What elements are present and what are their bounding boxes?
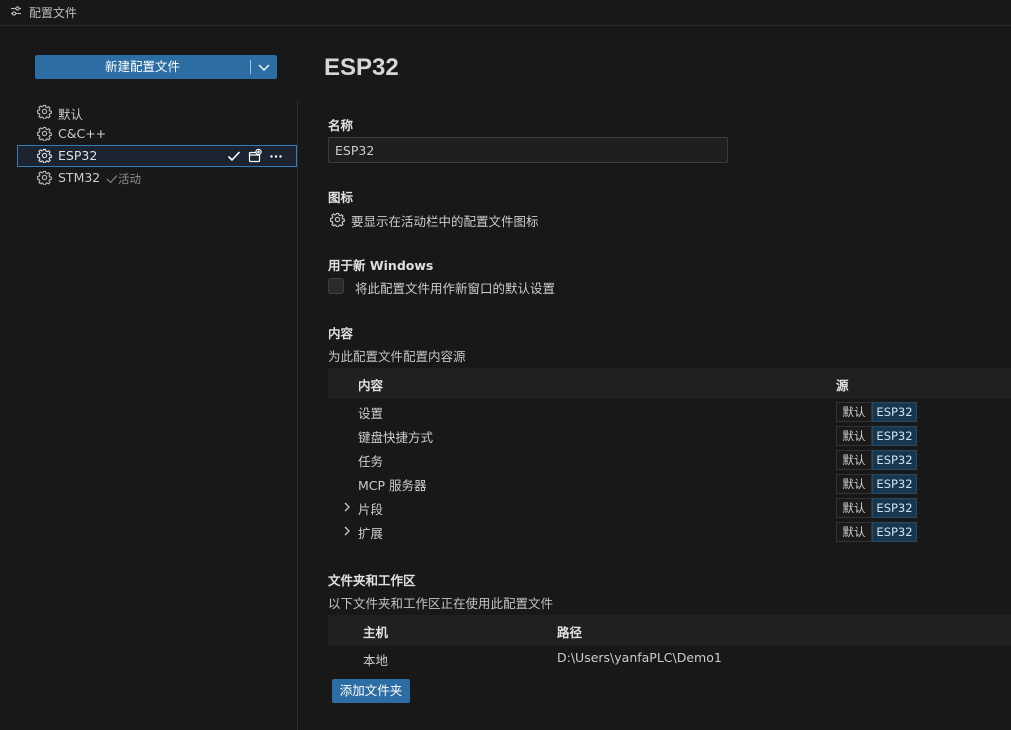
content-row-settings[interactable]: 设置 默认 ESP32	[328, 400, 1011, 424]
source-profile-option[interactable]: ESP32	[872, 426, 917, 446]
content-row-mcp-servers[interactable]: MCP 服务器 默认 ESP32	[328, 472, 1011, 496]
column-header-path: 路径	[557, 625, 583, 640]
icon-description: 要显示在活动栏中的配置文件图标	[351, 214, 539, 229]
source-default-option[interactable]: 默认	[836, 522, 872, 542]
profile-name: C&C++	[58, 126, 107, 141]
source-profile-option[interactable]: ESP32	[872, 522, 917, 542]
source-profile-option[interactable]: ESP32	[872, 498, 917, 518]
check-icon	[106, 175, 118, 184]
gear-icon	[37, 148, 52, 163]
name-section-title: 名称	[328, 118, 354, 133]
more-actions-icon[interactable]	[268, 148, 284, 164]
source-default-option[interactable]: 默认	[836, 426, 872, 446]
column-header-source: 源	[836, 378, 849, 393]
content-row-extensions[interactable]: 扩展 默认 ESP32	[328, 520, 1011, 544]
new-profile-button[interactable]: 新建配置文件	[35, 55, 277, 79]
profile-list: 默认 C&C++ ESP32 STM32 活动	[17, 101, 297, 189]
source-default-option[interactable]: 默认	[836, 498, 872, 518]
new-profile-dropdown-button[interactable]	[251, 55, 277, 79]
profile-name: ESP32	[58, 148, 98, 163]
chevron-right-icon[interactable]	[342, 525, 352, 537]
column-header-host: 主机	[363, 625, 389, 640]
active-badge: 活动	[106, 171, 141, 187]
content-row-tasks[interactable]: 任务 默认 ESP32	[328, 448, 1011, 472]
gear-icon[interactable]	[330, 212, 345, 227]
folders-description: 以下文件夹和工作区正在使用此配置文件	[328, 596, 554, 611]
source-profile-option[interactable]: ESP32	[872, 402, 917, 422]
add-folder-button[interactable]: 添加文件夹	[332, 679, 410, 703]
profile-name: STM32	[58, 170, 101, 185]
gear-icon	[37, 126, 52, 141]
content-label: MCP 服务器	[358, 478, 427, 493]
profile-item-stm32[interactable]: STM32 活动	[17, 167, 297, 189]
source-default-option[interactable]: 默认	[836, 450, 872, 470]
checkbox-label: 将此配置文件用作新窗口的默认设置	[355, 281, 556, 296]
source-default-option[interactable]: 默认	[836, 402, 872, 422]
source-profile-option[interactable]: ESP32	[872, 474, 917, 494]
folder-row[interactable]: 本地 D:\Users\yanfaPLC\Demo1	[328, 647, 1011, 671]
content-label: 片段	[358, 502, 384, 517]
title-bar-label: 配置文件	[29, 6, 78, 20]
content-label: 设置	[358, 406, 384, 421]
folder-path: D:\Users\yanfaPLC\Demo1	[557, 650, 722, 665]
default-window-checkbox[interactable]	[328, 278, 344, 294]
check-icon[interactable]	[226, 148, 242, 164]
chevron-down-icon	[258, 64, 270, 71]
contents-section-title: 内容	[328, 326, 354, 341]
profile-item-c-cpp[interactable]: C&C++	[17, 123, 297, 145]
column-header-content: 内容	[358, 378, 384, 393]
page-title: ESP32	[324, 54, 399, 81]
profile-item-default[interactable]: 默认	[17, 101, 297, 123]
new-windows-section-title: 用于新 Windows	[328, 258, 434, 273]
profile-name: 默认	[58, 107, 84, 122]
profile-item-esp32[interactable]: ESP32	[17, 145, 297, 167]
source-default-option[interactable]: 默认	[836, 474, 872, 494]
folders-section-title: 文件夹和工作区	[328, 573, 416, 588]
contents-description: 为此配置文件配置内容源	[328, 349, 466, 364]
settings-sliders-icon	[9, 4, 23, 18]
new-profile-button-label: 新建配置文件	[104, 59, 180, 74]
content-label: 任务	[358, 454, 384, 469]
active-label: 活动	[118, 172, 141, 186]
folder-host: 本地	[363, 653, 389, 668]
source-profile-option[interactable]: ESP32	[872, 450, 917, 470]
profile-name-input[interactable]	[328, 137, 728, 163]
gear-icon	[37, 170, 52, 185]
content-label: 键盘快捷方式	[358, 430, 434, 445]
gear-icon	[37, 104, 52, 119]
chevron-right-icon[interactable]	[342, 501, 352, 513]
contents-table-header: 内容 源	[328, 368, 1011, 399]
title-bar: 配置文件	[0, 0, 1011, 26]
icon-section-title: 图标	[328, 190, 354, 205]
folders-table-header: 主机 路径	[328, 615, 1011, 646]
new-window-icon[interactable]	[247, 148, 263, 164]
profile-editor: ESP32 名称 图标 要显示在活动栏中的配置文件图标 用于新 Windows …	[298, 26, 1011, 730]
profile-actions	[226, 148, 286, 164]
content-row-keybindings[interactable]: 键盘快捷方式 默认 ESP32	[328, 424, 1011, 448]
content-label: 扩展	[358, 526, 384, 541]
content-row-snippets[interactable]: 片段 默认 ESP32	[328, 496, 1011, 520]
